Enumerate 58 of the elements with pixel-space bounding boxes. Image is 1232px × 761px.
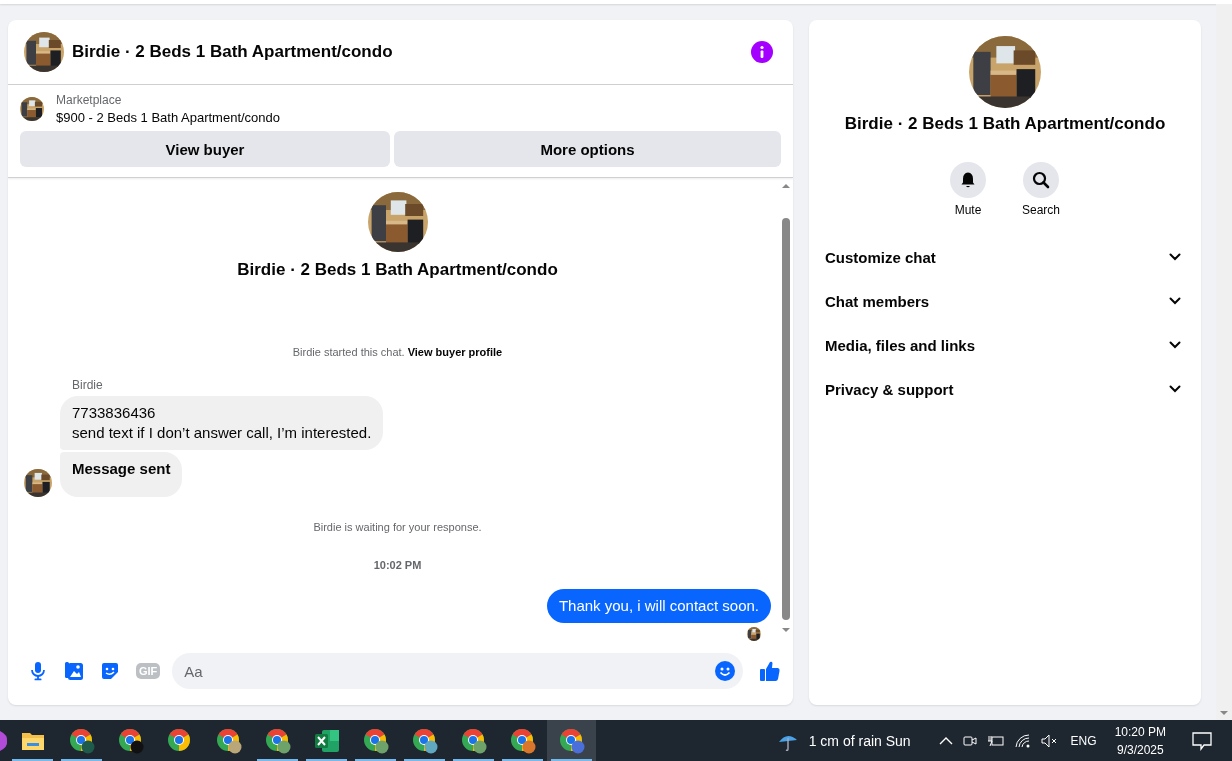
message-bubble: Message sent (60, 452, 183, 497)
photo-icon[interactable] (64, 661, 84, 681)
app-icon (0, 728, 8, 753)
browser-icon (117, 727, 144, 754)
action-label: Search (1022, 203, 1060, 217)
sender-name: Birdie (72, 378, 104, 392)
listing-title[interactable]: $900 - 2 Beds 1 Bath Apartment/condo (56, 110, 281, 125)
section-header[interactable]: Chat members (817, 279, 1193, 323)
scroll-down-arrow-icon[interactable] (1219, 709, 1229, 717)
notice-text: Birdie started this chat. View buyer profile (291, 346, 504, 358)
clock-date[interactable]: 9/3/2025 (1116, 740, 1164, 759)
browser-icon (166, 727, 193, 754)
search-button[interactable] (1023, 162, 1059, 198)
section-header[interactable]: Privacy & support (817, 367, 1193, 411)
chat-title: Birdie · 2 Beds 1 Bath Apartment/condo (72, 42, 394, 62)
taskbar-app[interactable] (547, 720, 596, 761)
browser-icon (68, 727, 95, 754)
browser-icon (460, 727, 487, 754)
speaker-muted-icon[interactable] (1040, 733, 1059, 748)
microphone-icon[interactable] (28, 661, 48, 681)
listing-source: Marketplace (56, 93, 123, 107)
browser-icon (411, 727, 438, 754)
search-icon (1032, 171, 1050, 189)
wifi-icon[interactable] (1014, 733, 1031, 748)
section-header[interactable]: Customize chat (817, 235, 1193, 279)
action-label: Mute (954, 203, 982, 217)
message-bubble: Thank you, i will contact soon. (546, 589, 771, 623)
action-button[interactable]: More options (394, 131, 781, 167)
chat-intro-title: Birdie · 2 Beds 1 Bath Apartment/condo (237, 260, 558, 280)
browser-icon (362, 727, 389, 754)
spreadsheet-icon (313, 728, 340, 753)
profile-link[interactable]: View buyer profile (407, 346, 503, 358)
action-button[interactable]: View buyer (20, 131, 390, 167)
message-bubble: 7733836436 send text if I don’t answer call, I’m interested. (60, 396, 384, 450)
bell-icon (959, 171, 977, 189)
info-icon[interactable] (751, 41, 773, 63)
chevron-up-icon[interactable] (938, 735, 953, 746)
thumbs-up-icon[interactable] (759, 660, 781, 682)
notifications-icon[interactable] (1192, 730, 1212, 751)
clock-time[interactable]: 10:20 PM (1114, 722, 1166, 741)
scroll-down-arrow-icon[interactable] (781, 626, 791, 634)
browser-icon (264, 727, 291, 754)
conversation-title: Birdie · 2 Beds 1 Bath Apartment/condo (844, 114, 1166, 134)
message-input[interactable]: Aa (172, 653, 743, 689)
weather-text[interactable]: 1 cm of rain Sun (808, 732, 911, 749)
sticker-icon[interactable] (100, 661, 120, 681)
battery-icon[interactable] (986, 733, 1005, 748)
emoji-icon[interactable] (715, 661, 735, 681)
notice-text: Birdie is waiting for your response. (312, 521, 483, 533)
section-header[interactable]: Media, files and links (817, 323, 1193, 367)
mute-button[interactable] (950, 162, 986, 198)
scroll-up-arrow-icon[interactable] (781, 182, 791, 190)
browser-icon (215, 727, 242, 754)
language-indicator[interactable]: ENG (1070, 733, 1097, 748)
browser-icon (509, 727, 536, 754)
scrollbar[interactable] (1216, 4, 1232, 720)
browser-icon (558, 727, 585, 754)
timestamp: 10:02 PM (372, 559, 423, 571)
